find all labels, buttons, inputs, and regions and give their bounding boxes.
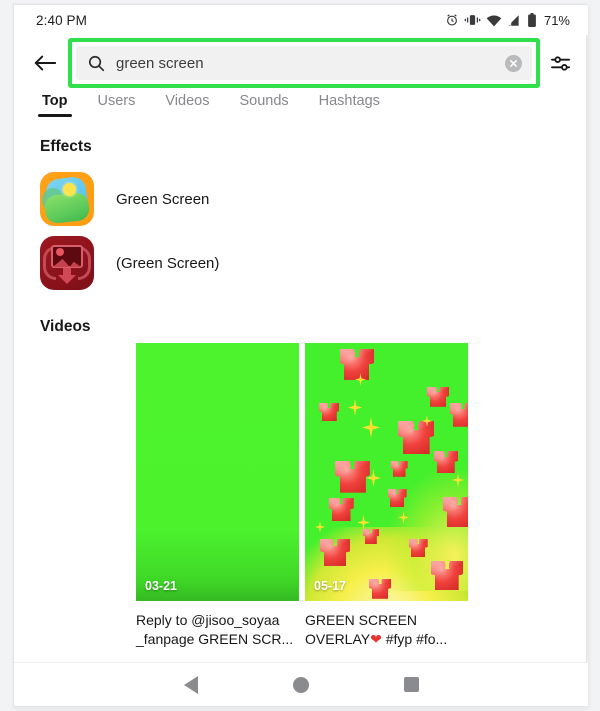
back-triangle-icon — [184, 675, 198, 694]
sparkle-emoji — [362, 417, 380, 438]
sparkle-emoji — [348, 399, 362, 416]
solid-green-thumbnail[interactable]: 03-21 — [136, 343, 299, 601]
video-card[interactable]: 05-17 GREEN SCREEN OVERLAY❤ #fyp #fo... — [305, 343, 468, 649]
video-caption: GREEN SCREEN OVERLAY❤ #fyp #fo... — [305, 611, 468, 649]
video-grid: 03-21 Reply to @jisoo_soyaa _fanpage GRE… — [136, 343, 484, 649]
heart-emoji — [363, 529, 379, 544]
heart-emoji — [319, 403, 339, 421]
video-date-badge: 05-17 — [314, 579, 346, 593]
heart-emoji — [320, 539, 350, 566]
heart-emoji — [450, 403, 468, 427]
heart-emoji — [335, 461, 370, 493]
search-icon — [88, 55, 105, 72]
video-caption-line2-post: #fyp #fo... — [381, 631, 448, 647]
effect-item-green-screen-parens[interactable]: (Green Screen) — [40, 231, 340, 295]
effect-label: Green Screen — [116, 190, 210, 208]
battery-icon — [527, 13, 537, 27]
heart-emoji — [398, 421, 434, 454]
search-result-tabs: Top Users Videos Sounds Hashtags — [14, 91, 588, 123]
status-bar: 2:40 PM 71% — [14, 5, 588, 35]
video-caption: Reply to @jisoo_soyaa _fanpage GREEN SCR… — [136, 611, 299, 649]
effect-item-green-screen[interactable]: Green Screen — [40, 167, 340, 231]
heart-emoji — [388, 489, 407, 507]
heart-emoji — [427, 387, 449, 407]
home-circle-icon — [293, 676, 309, 693]
phone-frame: 2:40 PM 71% green screen Top Users Video… — [13, 4, 588, 707]
search-input[interactable]: green screen — [76, 46, 532, 80]
heart-emoji — [329, 498, 354, 521]
heart-emoji — [369, 579, 391, 599]
recents-square-icon — [403, 677, 419, 692]
heart-emoji — [431, 561, 463, 590]
heart-emoji: ❤ — [370, 631, 382, 647]
effects-list: Green Screen (Green Screen) — [40, 167, 340, 295]
green-hearts-fire-overlay-thumbnail[interactable]: 05-17 — [305, 343, 468, 601]
android-nav-bar — [14, 662, 588, 706]
search-bar-row: green screen — [14, 35, 588, 91]
screenshot-root: 2:40 PM 71% green screen Top Users Video… — [0, 0, 600, 711]
video-date-badge: 03-21 — [145, 579, 177, 593]
nav-home-button[interactable] — [283, 667, 319, 703]
videos-section-title: Videos — [40, 318, 91, 335]
status-clock: 2:40 PM — [36, 12, 87, 28]
alarm-icon — [445, 13, 459, 27]
tab-videos[interactable]: Videos — [163, 91, 211, 117]
heart-emoji — [434, 451, 458, 473]
heart-emoji — [409, 539, 428, 557]
status-icon-group: 71% — [445, 13, 570, 28]
back-arrow-icon[interactable] — [28, 46, 62, 80]
video-caption-line2: _fanpage GREEN SCR... — [136, 631, 294, 647]
filter-sliders-icon[interactable] — [544, 46, 578, 80]
wifi-icon — [486, 14, 502, 27]
tab-sounds[interactable]: Sounds — [237, 91, 290, 117]
heart-emoji — [443, 497, 468, 527]
effect-label: (Green Screen) — [116, 254, 220, 272]
tab-users[interactable]: Users — [96, 91, 138, 117]
green-screen-red-effect-icon — [40, 236, 94, 290]
vibrate-icon — [464, 13, 481, 27]
tab-top[interactable]: Top — [38, 91, 71, 117]
video-caption-line2-pre: OVERLAY — [305, 631, 371, 647]
heart-emoji — [340, 349, 374, 380]
green-screen-photo-effect-icon — [40, 172, 94, 226]
effects-section-title: Effects — [40, 138, 92, 155]
clear-icon[interactable] — [505, 54, 522, 72]
tab-hashtags[interactable]: Hashtags — [317, 91, 382, 117]
search-input-value: green screen — [116, 54, 204, 72]
nav-back-button[interactable] — [173, 667, 209, 703]
video-caption-line1: Reply to @jisoo_soyaa — [136, 612, 280, 628]
video-caption-line1: GREEN SCREEN — [305, 612, 418, 628]
nav-recents-button[interactable] — [393, 667, 429, 703]
search-highlight-annotation: green screen — [68, 38, 540, 88]
heart-emoji — [391, 461, 408, 477]
video-card[interactable]: 03-21 Reply to @jisoo_soyaa _fanpage GRE… — [136, 343, 299, 649]
cell-signal-icon — [507, 14, 522, 27]
battery-percent-label: 71% — [543, 12, 570, 28]
